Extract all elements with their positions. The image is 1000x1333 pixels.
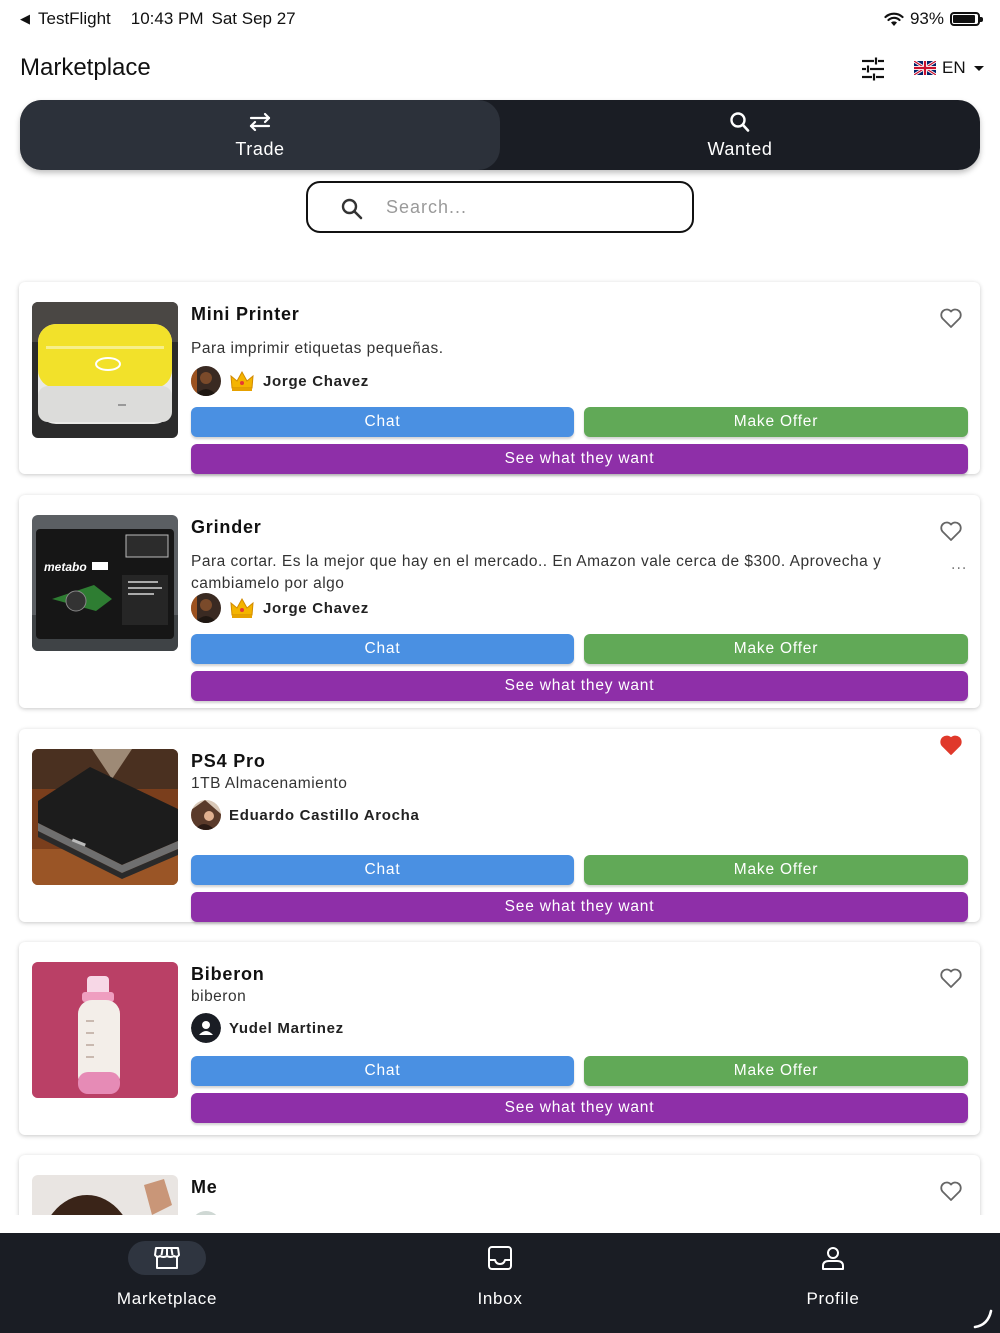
- caret-down-icon: [973, 65, 984, 71]
- search-icon: [730, 111, 750, 132]
- more-icon[interactable]: ...: [951, 557, 967, 573]
- listing-card: Mini Printer Para imprimir etiquetas peq…: [19, 282, 980, 474]
- search-box[interactable]: [306, 181, 694, 233]
- search-input[interactable]: [386, 193, 676, 221]
- tab-trade-label: Trade: [235, 138, 285, 159]
- see-what-they-want-button[interactable]: See what they want: [191, 444, 968, 474]
- crown-icon: [230, 597, 254, 618]
- battery-percent: 93%: [909, 9, 944, 28]
- chat-button[interactable]: Chat: [191, 1056, 574, 1086]
- listing-owner[interactable]: Jorge Chavez: [191, 366, 369, 396]
- language-label: EN: [942, 58, 966, 77]
- listing-card: Me: [19, 1155, 980, 1215]
- nav-profile-label: Profile: [806, 1289, 860, 1308]
- nav-inbox-label: Inbox: [477, 1289, 523, 1308]
- owner-name[interactable]: Jorge Chavez: [263, 373, 369, 390]
- listing-photo-ps4-pro[interactable]: [32, 749, 178, 885]
- listing-title[interactable]: PS4 Pro: [191, 751, 266, 772]
- chat-button[interactable]: Chat: [191, 855, 574, 885]
- listing-list[interactable]: Mini Printer Para imprimir etiquetas peq…: [0, 270, 1000, 1215]
- see-what-they-want-button[interactable]: See what they want: [191, 1093, 968, 1123]
- search-icon: [341, 198, 363, 220]
- status-time: 10:43 PM: [130, 9, 204, 28]
- storefront-icon: [154, 1247, 180, 1269]
- listing-owner[interactable]: Jorge Chavez: [191, 593, 369, 623]
- nav-profile-pill: [794, 1241, 872, 1275]
- listing-description: 1TB Almacenamiento: [191, 775, 348, 792]
- wifi-icon: [884, 12, 904, 26]
- listing-card: PS4 Pro 1TB Almacenamiento Eduardo Casti…: [19, 729, 980, 922]
- status-date: Sat Sep 27: [211, 9, 296, 28]
- uk-flag-icon: [914, 61, 936, 75]
- crown-icon: [230, 370, 254, 391]
- battery-icon: [950, 12, 983, 26]
- listing-title[interactable]: Biberon: [191, 964, 265, 985]
- back-app-label[interactable]: TestFlight: [38, 9, 111, 29]
- avatar[interactable]: [191, 800, 221, 830]
- status-left: ◀ TestFlight 10:43 PM Sat Sep 27: [20, 9, 296, 29]
- avatar[interactable]: [191, 366, 221, 396]
- nav-marketplace[interactable]: Marketplace: [67, 1241, 267, 1309]
- tab-wanted[interactable]: Wanted: [500, 100, 980, 170]
- heart-filled-icon[interactable]: [939, 734, 963, 756]
- owner-name[interactable]: Jorge Chavez: [263, 600, 369, 617]
- owner-name[interactable]: Eduardo Castillo Arocha: [229, 807, 420, 824]
- make-offer-button[interactable]: Make Offer: [584, 407, 968, 437]
- make-offer-button[interactable]: Make Offer: [584, 634, 968, 664]
- make-offer-button[interactable]: Make Offer: [584, 1056, 968, 1086]
- see-what-they-want-button[interactable]: See what they want: [191, 892, 968, 922]
- listing-card: Biberon biberon Yudel Martinez Chat Make…: [19, 942, 980, 1135]
- make-offer-button[interactable]: Make Offer: [584, 855, 968, 885]
- see-what-they-want-button[interactable]: See what they want: [191, 671, 968, 701]
- listing-owner[interactable]: Yudel Martinez: [191, 1013, 344, 1043]
- page-title: Marketplace: [20, 54, 151, 81]
- status-right: 93%: [884, 9, 983, 29]
- avatar[interactable]: [191, 1211, 221, 1215]
- heart-outline-icon[interactable]: [939, 520, 963, 542]
- tab-trade[interactable]: Trade: [20, 100, 500, 170]
- nav-marketplace-pill: [128, 1241, 206, 1275]
- listing-owner[interactable]: Eduardo Castillo Arocha: [191, 800, 420, 830]
- swap-arrows-icon: [249, 112, 271, 131]
- heart-outline-icon[interactable]: [939, 1180, 963, 1202]
- chat-button[interactable]: Chat: [191, 407, 574, 437]
- listing-description: Para cortar. Es la mejor que hay en el m…: [191, 553, 882, 592]
- listing-photo-mini-printer[interactable]: [32, 302, 178, 438]
- bottom-nav: Marketplace Inbox Profile: [0, 1233, 1000, 1333]
- listing-photo-me[interactable]: [32, 1175, 178, 1215]
- swipe-indicator-icon: [973, 1309, 993, 1329]
- person-icon: [822, 1247, 844, 1270]
- owner-name[interactable]: Yudel Martinez: [229, 1020, 344, 1037]
- nav-marketplace-label: Marketplace: [116, 1289, 218, 1308]
- listing-photo-grinder[interactable]: metabo: [32, 515, 178, 651]
- svg-text:metabo: metabo: [44, 560, 87, 574]
- listing-title[interactable]: Grinder: [191, 517, 262, 538]
- nav-profile[interactable]: Profile: [733, 1241, 933, 1309]
- listing-description: Para imprimir etiquetas pequeñas.: [191, 340, 444, 357]
- avatar[interactable]: [191, 593, 221, 623]
- inbox-icon: [488, 1246, 512, 1270]
- app-header: Marketplace EN: [20, 50, 988, 90]
- listing-photo-biberon[interactable]: [32, 962, 178, 1098]
- tab-bar: Trade Wanted: [20, 100, 980, 170]
- tab-wanted-label: Wanted: [707, 138, 773, 159]
- default-avatar-icon[interactable]: [191, 1013, 221, 1043]
- sliders-icon[interactable]: [860, 56, 886, 82]
- listing-card: metabo Grinder Para cortar. Es la mejor …: [19, 495, 980, 708]
- listing-owner[interactable]: [191, 1211, 221, 1215]
- chat-button[interactable]: Chat: [191, 634, 574, 664]
- back-triangle-icon[interactable]: ◀: [20, 11, 30, 27]
- nav-inbox-pill: [461, 1241, 539, 1275]
- status-bar: ◀ TestFlight 10:43 PM Sat Sep 27 93%: [0, 0, 1000, 38]
- nav-inbox[interactable]: Inbox: [400, 1241, 600, 1309]
- listing-title[interactable]: Mini Printer: [191, 304, 300, 325]
- listing-title[interactable]: Me: [191, 1177, 218, 1198]
- listing-description: biberon: [191, 988, 247, 1005]
- heart-outline-icon[interactable]: [939, 967, 963, 989]
- language-select[interactable]: EN: [914, 58, 984, 78]
- heart-outline-icon[interactable]: [939, 307, 963, 329]
